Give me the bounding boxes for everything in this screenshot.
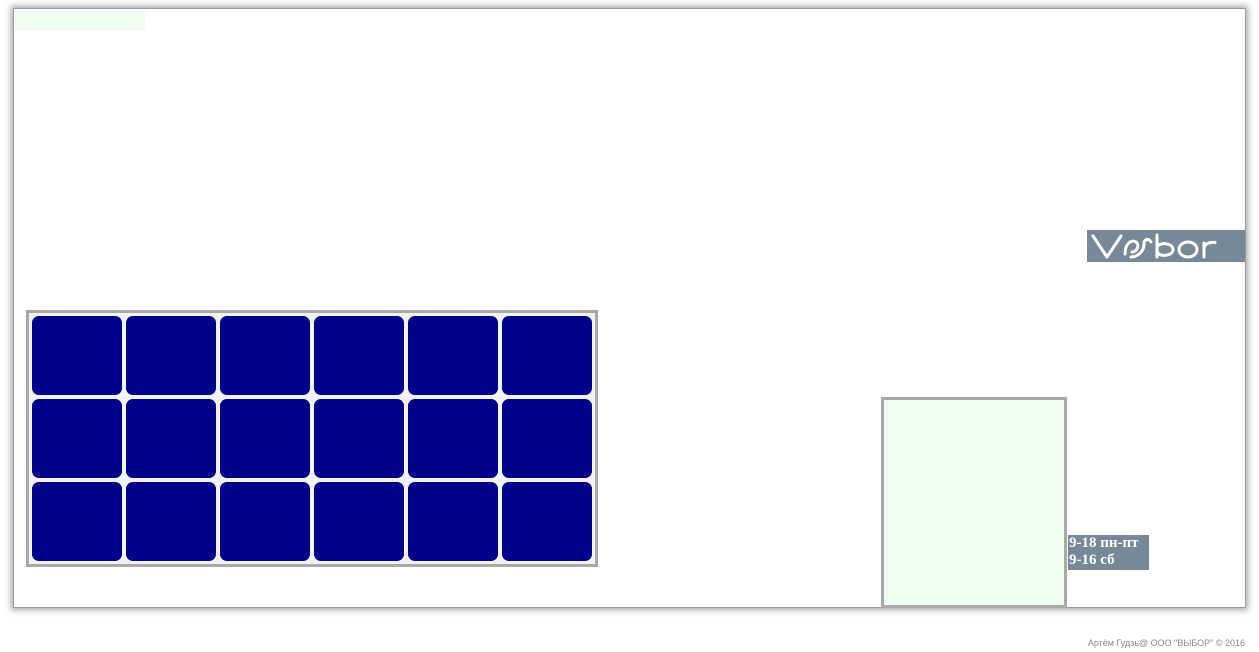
tile-r1-c2[interactable]: [126, 316, 216, 395]
tile-r3-c6[interactable]: [502, 482, 592, 561]
vybor-logo-graphic: [1091, 233, 1217, 259]
tile-grid: [26, 310, 598, 567]
tile-r1-c6[interactable]: [502, 316, 592, 395]
hours-weekdays: 9-18 пн-пт: [1069, 535, 1139, 551]
tile-r1-c5[interactable]: [408, 316, 498, 395]
tile-r2-c5[interactable]: [408, 399, 498, 478]
tile-r1-c4[interactable]: [314, 316, 404, 395]
tile-r3-c5[interactable]: [408, 482, 498, 561]
tile-r3-c3[interactable]: [220, 482, 310, 561]
vybor-logo: [1087, 230, 1245, 262]
tile-r1-c1[interactable]: [32, 316, 122, 395]
main-frame: 9-18 пн-пт 9-16 сб: [13, 8, 1246, 608]
tile-r2-c2[interactable]: [126, 399, 216, 478]
tile-r3-c1[interactable]: [32, 482, 122, 561]
tile-r3-c2[interactable]: [126, 482, 216, 561]
tile-r3-c4[interactable]: [314, 482, 404, 561]
tile-r2-c3[interactable]: [220, 399, 310, 478]
working-hours: 9-18 пн-пт 9-16 сб: [1068, 535, 1149, 570]
footer-copyright: Артём Гудзь@ ООО "ВЫБОР" © 2016: [1087, 638, 1245, 648]
side-panel: [881, 397, 1067, 608]
tile-r2-c6[interactable]: [502, 399, 592, 478]
tile-r1-c3[interactable]: [220, 316, 310, 395]
tile-r2-c4[interactable]: [314, 399, 404, 478]
hours-saturday: 9-16 сб: [1069, 552, 1115, 568]
tile-r2-c1[interactable]: [32, 399, 122, 478]
top-strip: [15, 10, 145, 30]
